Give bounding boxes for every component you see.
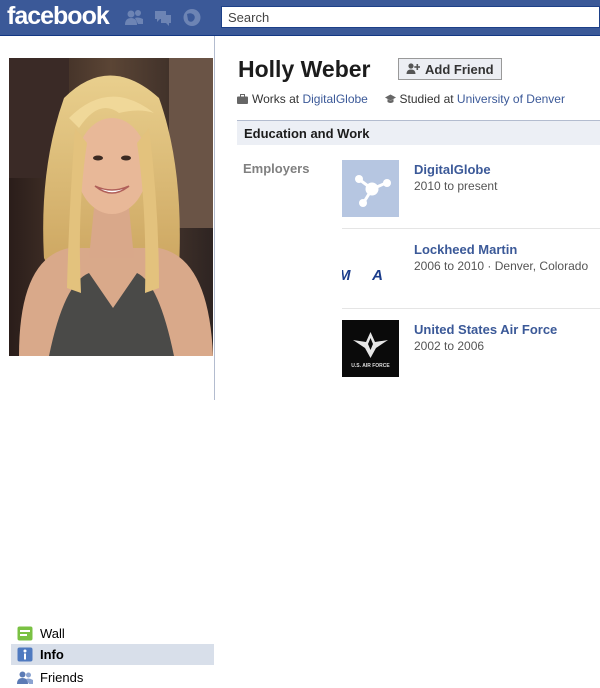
- education-work-header: Education and Work: [237, 120, 600, 145]
- employer-dates: 2006 to 2010 · Denver, Colorado: [414, 259, 589, 273]
- add-friend-label: Add Friend: [425, 62, 494, 77]
- employer-name[interactable]: DigitalGlobe: [414, 162, 491, 177]
- messages-icon[interactable]: [153, 8, 173, 27]
- graduation-cap-icon: [384, 94, 396, 104]
- lockheed-martin-logo[interactable]: M A: [342, 240, 399, 297]
- digitalglobe-logo[interactable]: [342, 160, 399, 217]
- employer-divider: [342, 228, 600, 229]
- notifications-icon[interactable]: [182, 8, 202, 27]
- search-input[interactable]: Search: [221, 6, 600, 28]
- search-placeholder: Search: [228, 10, 270, 25]
- profile-summary: Works at DigitalGlobe Studied at Univers…: [237, 92, 600, 108]
- friends-icon: [17, 670, 33, 685]
- nav-item-info[interactable]: Info: [11, 644, 214, 665]
- wall-icon: [17, 626, 33, 641]
- employer-name[interactable]: United States Air Force: [414, 322, 557, 337]
- top-bar: facebook Search: [0, 0, 600, 36]
- us-air-force-logo[interactable]: U.S. AIR FORCE: [342, 320, 399, 377]
- employers-label: Employers: [243, 161, 310, 176]
- facebook-logo[interactable]: facebook: [7, 2, 110, 31]
- nav-item-wall[interactable]: Wall: [11, 623, 214, 644]
- works-prefix: Works at: [252, 92, 300, 106]
- studied-prefix: Studied at: [399, 92, 454, 106]
- left-column: [0, 36, 215, 400]
- add-friend-icon: [406, 62, 420, 76]
- profile-main: Holly Weber Add Friend Works at DigitalG…: [215, 36, 600, 400]
- nav-item-label: Friends: [40, 670, 84, 685]
- works-at-link[interactable]: DigitalGlobe: [302, 92, 367, 106]
- nav-item-label: Wall: [40, 626, 65, 641]
- employer-divider: [342, 308, 600, 309]
- nav-item-label: Info: [40, 647, 64, 662]
- briefcase-icon: [237, 94, 248, 104]
- employer-dates: 2002 to 2006: [414, 339, 485, 353]
- profile-name: Holly Weber: [238, 56, 371, 82]
- logo-text: M A: [342, 267, 392, 284]
- info-icon: [17, 647, 33, 662]
- employer-dates: 2010 to present: [414, 179, 498, 193]
- friend-requests-icon[interactable]: [124, 8, 144, 27]
- nav-item-friends[interactable]: Friends: [11, 667, 214, 688]
- profile-photo[interactable]: [9, 58, 213, 356]
- employer-name[interactable]: Lockheed Martin: [414, 242, 517, 257]
- logo-text: U.S. AIR FORCE: [351, 363, 390, 369]
- studied-at-link[interactable]: University of Denver: [457, 92, 565, 106]
- add-friend-button[interactable]: Add Friend: [398, 58, 502, 80]
